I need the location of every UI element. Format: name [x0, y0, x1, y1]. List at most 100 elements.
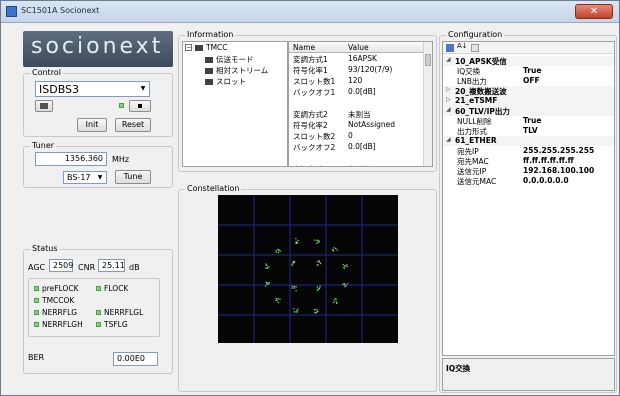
- nerrflgh-led: [34, 322, 39, 327]
- constellation-point: [265, 264, 267, 266]
- property-category[interactable]: ◢ 60_TLV/IP出力: [443, 106, 614, 116]
- init-button[interactable]: Init: [77, 118, 107, 132]
- property-category[interactable]: ◢ 61_ETHER: [443, 136, 614, 146]
- constellation-point: [293, 287, 295, 289]
- sort-az-icon[interactable]: A↓: [457, 42, 468, 50]
- constellation-point: [293, 308, 295, 310]
- expanded-icon[interactable]: ◢: [446, 106, 451, 113]
- property-row[interactable]: NULL削除 True: [443, 116, 614, 126]
- title-bar[interactable]: SC1501A Socionext ✕: [1, 1, 619, 23]
- configuration-group-label: Configuration: [446, 30, 505, 40]
- categorized-icon[interactable]: [446, 44, 454, 52]
- constellation-point: [319, 287, 321, 289]
- grid-scroll-thumb[interactable]: [425, 54, 431, 66]
- constellation-point: [275, 251, 277, 253]
- property-grid[interactable]: A↓ ◢ 10_APSK受信 IQ交換 True LNB出力 OFF ▷ 20_複数搬送波 ▷ 2…: [442, 41, 615, 356]
- stop-button[interactable]: [129, 100, 151, 112]
- grid-cell-value: 未割当: [348, 110, 371, 119]
- constellation-point: [317, 311, 319, 313]
- nerrflg-label: NERRFLG: [42, 308, 78, 317]
- connection-led: [119, 103, 124, 108]
- tune-button[interactable]: Tune: [115, 170, 151, 184]
- property-value[interactable]: True: [523, 116, 541, 125]
- expanded-icon[interactable]: ◢: [446, 56, 451, 63]
- cnr-unit: dB: [129, 263, 140, 272]
- property-value[interactable]: TLV: [523, 126, 538, 135]
- collapse-icon[interactable]: −: [185, 44, 192, 51]
- expanded-icon[interactable]: ◢: [446, 136, 451, 143]
- property-toolbar: A↓: [443, 42, 614, 54]
- property-category[interactable]: ▷ 21_eTSMF: [443, 96, 614, 106]
- property-row[interactable]: IQ交換 True: [443, 66, 614, 76]
- constellation-point: [316, 289, 318, 291]
- tmcc-tree[interactable]: − TMCC 伝送モード 相対ストリーム スロット: [182, 41, 288, 167]
- property-value[interactable]: 0.0.0.0.0.0: [523, 176, 569, 185]
- column-header-value: Value: [348, 43, 369, 52]
- pages-icon[interactable]: [471, 44, 479, 52]
- constellation-point: [294, 286, 296, 288]
- constellation-point: [268, 266, 270, 268]
- grid-cell-value: 0.0[dB]: [348, 87, 376, 96]
- reset-button[interactable]: Reset: [115, 118, 151, 132]
- constellation-point: [266, 267, 268, 269]
- close-button[interactable]: ✕: [575, 4, 613, 19]
- stop-icon: [138, 104, 142, 108]
- constellation-point: [316, 242, 318, 244]
- frequency-input[interactable]: 1356.360: [35, 152, 107, 166]
- constellation-point: [266, 282, 269, 284]
- constellation-point: [297, 239, 299, 241]
- grid-scrollbar[interactable]: [423, 42, 432, 166]
- constellation-point: [316, 239, 318, 242]
- constellation-point: [295, 238, 297, 240]
- constellation-point: [319, 285, 321, 287]
- property-row[interactable]: LNB出力 OFF: [443, 76, 614, 86]
- constellation-point: [333, 299, 335, 301]
- property-value[interactable]: ff.ff.ff.ff.ff.ff: [523, 156, 574, 165]
- grid-cell-value: 未割当: [348, 164, 371, 166]
- constellation-point: [334, 298, 336, 300]
- property-row[interactable]: 宛先IP 255.255.255.255: [443, 146, 614, 156]
- open-button[interactable]: [35, 100, 53, 112]
- ber-value: 0.00E0: [113, 352, 158, 366]
- device-select[interactable]: ISDBS3 ▼: [35, 81, 150, 97]
- property-row[interactable]: 送信元IP 192.168.100.100: [443, 166, 614, 176]
- property-row[interactable]: 出力形式 TLV: [443, 126, 614, 136]
- control-group-label: Control: [30, 68, 63, 78]
- property-value[interactable]: 255.255.255.255: [523, 146, 594, 155]
- constellation-point: [295, 290, 297, 292]
- constellation-point: [346, 264, 348, 266]
- property-row[interactable]: 宛先MAC ff.ff.ff.ff.ff.ff: [443, 156, 614, 166]
- tree-item[interactable]: 相対ストリーム: [205, 65, 268, 76]
- property-value[interactable]: OFF: [523, 76, 540, 85]
- frequency-unit: MHz: [112, 155, 130, 164]
- tree-item[interactable]: 伝送モード: [205, 54, 254, 65]
- property-row[interactable]: 送信元MAC 0.0.0.0.0.0: [443, 176, 614, 186]
- constellation-group-label: Constellation: [185, 184, 242, 194]
- property-category-label: 21_eTSMF: [455, 96, 498, 105]
- constellation-point: [297, 308, 299, 310]
- app-icon: [6, 6, 17, 17]
- tree-item[interactable]: スロット: [205, 76, 246, 87]
- collapsed-icon[interactable]: ▷: [446, 96, 451, 103]
- constellation-point: [333, 247, 335, 249]
- grid-cell-value: 0: [348, 131, 353, 140]
- tmcc-grid[interactable]: Name Value 変調方式1 16APSK 符号化率1 93/120(7/9) スロ…: [288, 41, 433, 167]
- property-category[interactable]: ▷ 20_複数搬送波: [443, 86, 614, 96]
- chevron-down-icon: ▼: [140, 85, 146, 92]
- collapsed-icon[interactable]: ▷: [446, 86, 451, 93]
- property-value[interactable]: True: [523, 66, 541, 75]
- ber-label: BER: [28, 353, 45, 362]
- constellation-point: [342, 264, 344, 266]
- grid-cell-value: 120: [348, 76, 363, 85]
- channel-select[interactable]: BS-17 ▼: [63, 171, 107, 184]
- constellation-point: [316, 260, 319, 263]
- property-value[interactable]: 192.168.100.100: [523, 166, 594, 175]
- constellation-point: [335, 247, 337, 250]
- grid-cell-name: スロット数1: [293, 77, 336, 86]
- constellation-point: [342, 283, 344, 286]
- channel-select-value: BS-17: [67, 173, 91, 182]
- constellation-point: [346, 266, 348, 268]
- property-category[interactable]: ◢ 10_APSK受信: [443, 56, 614, 66]
- constellation-point: [264, 285, 267, 287]
- tree-root[interactable]: TMCC: [195, 43, 228, 52]
